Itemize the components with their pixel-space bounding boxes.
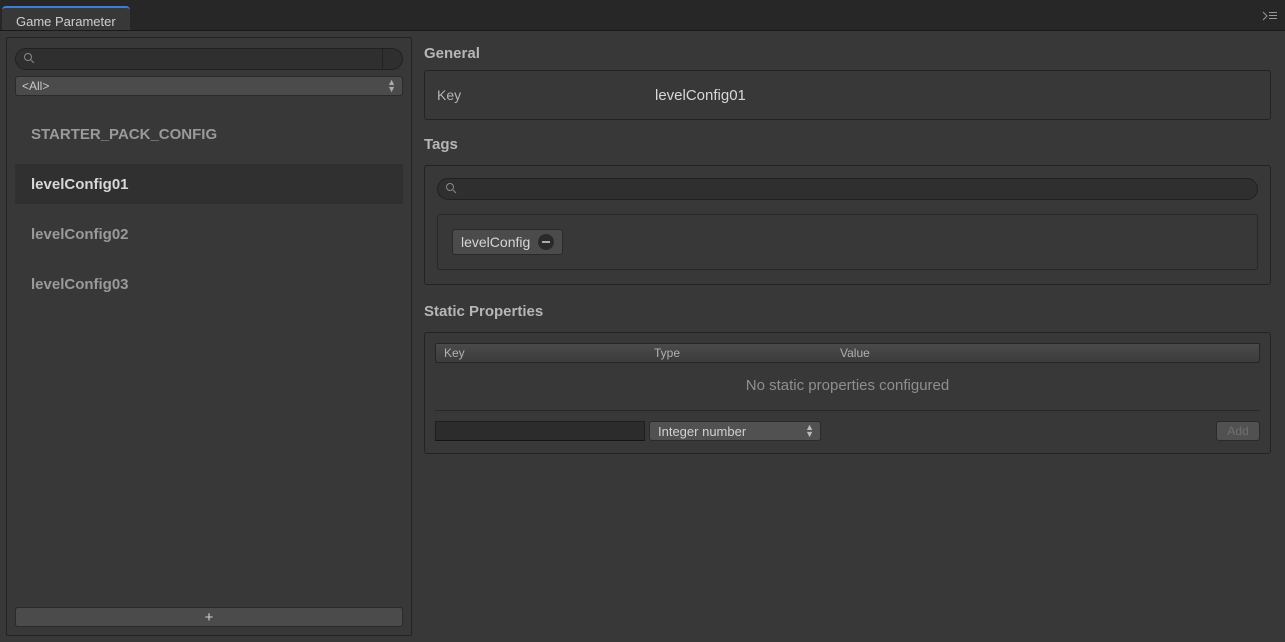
new-prop-type-label: Integer number bbox=[658, 424, 746, 439]
tags-panel: levelConfig bbox=[424, 165, 1271, 285]
sidebar: <All> ▲▼ STARTER_PACK_CONFIG levelConfig… bbox=[6, 37, 412, 636]
tab-game-parameter[interactable]: Game Parameter bbox=[2, 6, 130, 30]
add-parameter-label: + bbox=[205, 609, 214, 626]
general-panel: Key levelConfig01 bbox=[424, 70, 1271, 120]
search-icon bbox=[445, 182, 457, 197]
content: General Key levelConfig01 Tags levelConf… bbox=[420, 37, 1279, 636]
list-item-label: levelConfig03 bbox=[31, 276, 129, 293]
list-item-label: levelConfig01 bbox=[31, 176, 129, 193]
props-empty-message: No static properties configured bbox=[435, 363, 1260, 410]
col-header-type: Type bbox=[654, 346, 840, 360]
props-table-header: Key Type Value bbox=[435, 343, 1260, 363]
parameter-list: STARTER_PACK_CONFIG levelConfig01 levelC… bbox=[15, 114, 403, 607]
list-item[interactable]: levelConfig01 bbox=[15, 164, 403, 204]
section-title-tags: Tags bbox=[424, 136, 1271, 153]
add-parameter-button[interactable]: + bbox=[15, 607, 403, 627]
list-item[interactable]: levelConfig03 bbox=[15, 264, 403, 304]
list-item-label: levelConfig02 bbox=[31, 226, 129, 243]
tags-search-input[interactable] bbox=[437, 178, 1258, 200]
sidebar-filter-label: <All> bbox=[22, 79, 49, 93]
props-add-row: Integer number ▲▼ Add bbox=[435, 410, 1260, 441]
tags-container: levelConfig bbox=[437, 214, 1258, 270]
section-title-static-props: Static Properties bbox=[424, 303, 1271, 320]
sidebar-search-clear[interactable] bbox=[383, 48, 403, 70]
tag-label: levelConfig bbox=[461, 234, 530, 250]
add-property-label: Add bbox=[1227, 424, 1248, 438]
col-header-value: Value bbox=[840, 346, 1251, 360]
search-icon bbox=[23, 52, 35, 67]
panel-menu-icon[interactable] bbox=[1261, 10, 1279, 22]
list-item[interactable]: STARTER_PACK_CONFIG bbox=[15, 114, 403, 154]
add-property-button[interactable]: Add bbox=[1216, 421, 1260, 441]
new-prop-type-dropdown[interactable]: Integer number ▲▼ bbox=[649, 421, 821, 441]
tab-label: Game Parameter bbox=[16, 14, 116, 29]
section-title-general: General bbox=[424, 45, 1271, 62]
static-props-panel: Key Type Value No static properties conf… bbox=[424, 332, 1271, 454]
new-prop-key-input[interactable] bbox=[435, 421, 645, 441]
general-key-value: levelConfig01 bbox=[655, 87, 746, 104]
sidebar-search-input[interactable] bbox=[15, 48, 383, 70]
dropdown-arrows-icon: ▲▼ bbox=[805, 424, 814, 438]
general-key-row: Key levelConfig01 bbox=[437, 81, 1258, 109]
dropdown-arrows-icon: ▲▼ bbox=[387, 79, 396, 93]
remove-tag-icon[interactable] bbox=[538, 234, 554, 250]
list-item-label: STARTER_PACK_CONFIG bbox=[31, 126, 217, 143]
general-key-label: Key bbox=[437, 87, 655, 103]
col-header-key: Key bbox=[444, 346, 654, 360]
sidebar-filter-dropdown[interactable]: <All> ▲▼ bbox=[15, 76, 403, 96]
tab-bar: Game Parameter bbox=[0, 0, 1285, 30]
list-item[interactable]: levelConfig02 bbox=[15, 214, 403, 254]
tag-chip[interactable]: levelConfig bbox=[452, 229, 563, 255]
